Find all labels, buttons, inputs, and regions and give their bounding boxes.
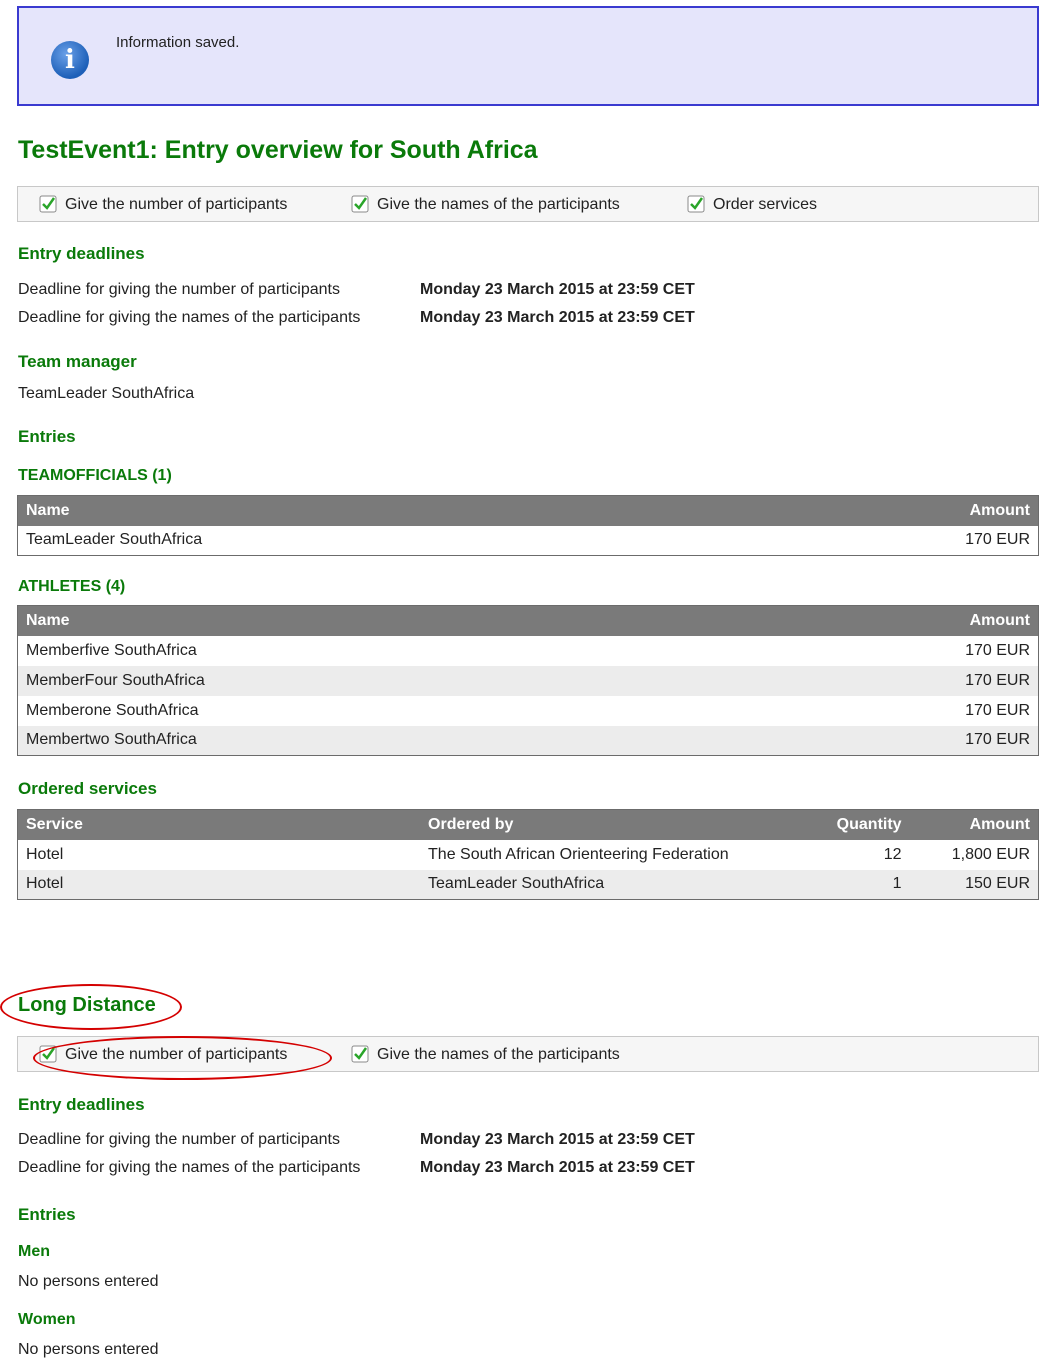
deadline-label: Deadline for giving the number of partic…	[18, 281, 340, 298]
deadline-value: Monday 23 March 2015 at 23:59 CET	[420, 281, 695, 298]
table-row: TeamLeader SouthAfrica 170 EUR	[18, 526, 1039, 556]
check-icon	[687, 195, 705, 213]
deadline-value: Monday 23 March 2015 at 23:59 CET	[420, 1131, 695, 1148]
step-give-names[interactable]: Give the names of the participants	[351, 1045, 620, 1064]
entry-name: MemberFour SouthAfrica	[17, 665, 738, 696]
step-label: Give the number of participants	[65, 196, 288, 213]
service-name: Hotel	[17, 869, 421, 900]
column-header-name: Name	[17, 605, 738, 636]
athletes-table: Name Amount Memberfive SouthAfrica 170 E…	[17, 605, 1039, 756]
teamofficials-heading: TEAMOFFICIALS (1)	[18, 467, 172, 484]
entry-name: Memberfive SouthAfrica	[26, 641, 197, 659]
page-title: TestEvent1: Entry overview for South Afr…	[18, 136, 538, 164]
notice-text: Information saved.	[116, 34, 240, 51]
table-row: Hotel TeamLeader SouthAfrica 1 150 EUR	[17, 869, 1039, 900]
service-amount: 1,800 EUR	[951, 845, 1030, 863]
women-heading: Women	[18, 1311, 76, 1328]
step-order-services[interactable]: Order services	[687, 195, 817, 214]
table-row: MemberFour SouthAfrica 170 EUR	[17, 665, 1039, 696]
entry-name: Memberone SouthAfrica	[26, 701, 199, 719]
annotation-ellipse	[0, 984, 182, 1030]
entry-amount: 170 EUR	[965, 701, 1030, 719]
table-row: Hotel The South African Orienteering Fed…	[18, 840, 1039, 870]
service-ordered-by: The South African Orienteering Federatio…	[428, 845, 729, 863]
teamofficials-table: Name Amount TeamLeader SouthAfrica 170 E…	[17, 495, 1039, 556]
column-header-quantity: Quantity	[809, 809, 910, 840]
column-header-amount: Amount	[909, 809, 1039, 840]
deadline-value: Monday 23 March 2015 at 23:59 CET	[420, 1159, 695, 1176]
entry-amount: 170 EUR	[738, 725, 1039, 756]
deadline-label: Deadline for giving the names of the par…	[18, 1159, 361, 1176]
service-amount: 150 EUR	[909, 869, 1039, 900]
step-give-names[interactable]: Give the names of the participants	[351, 195, 620, 214]
ordered-services-heading: Ordered services	[18, 779, 157, 798]
entry-amount: 170 EUR	[738, 665, 1039, 696]
step-bar: Give the number of participants Give the…	[17, 186, 1039, 222]
step-give-number[interactable]: Give the number of participants	[39, 195, 287, 214]
deadline-value: Monday 23 March 2015 at 23:59 CET	[420, 309, 695, 326]
services-table: Service Ordered by Quantity Amount Hotel…	[17, 809, 1039, 900]
service-name: Hotel	[26, 845, 64, 863]
info-icon: i	[51, 41, 89, 79]
service-ordered-by: TeamLeader SouthAfrica	[420, 869, 810, 900]
team-manager-heading: Team manager	[18, 352, 137, 371]
column-header-amount: Amount	[738, 605, 1039, 636]
entry-amount: 170 EUR	[965, 531, 1030, 549]
team-manager-name: TeamLeader SouthAfrica	[18, 385, 195, 402]
check-icon	[351, 1045, 369, 1063]
column-header-name: Name	[17, 495, 736, 526]
step-label: Give the names of the participants	[377, 1046, 620, 1063]
entries-heading: Entries	[18, 1205, 76, 1224]
entry-deadlines-heading: Entry deadlines	[18, 1095, 145, 1114]
check-icon	[351, 195, 369, 213]
table-row: Membertwo SouthAfrica 170 EUR	[17, 725, 1039, 756]
entry-deadlines-heading: Entry deadlines	[18, 244, 145, 263]
service-quantity: 12	[883, 845, 902, 863]
entry-amount: 170 EUR	[965, 641, 1030, 659]
service-quantity: 1	[809, 869, 910, 900]
column-header-ordered-by: Ordered by	[420, 809, 810, 840]
table-row: Memberfive SouthAfrica 170 EUR	[18, 636, 1039, 666]
entries-heading: Entries	[18, 427, 76, 446]
annotation-ellipse	[33, 1036, 332, 1080]
step-label: Order services	[713, 196, 818, 213]
table-row: Memberone SouthAfrica 170 EUR	[18, 696, 1039, 726]
entry-name: TeamLeader SouthAfrica	[26, 531, 203, 549]
column-header-amount: Amount	[735, 495, 1039, 526]
women-empty-text: No persons entered	[18, 1341, 159, 1358]
column-header-service: Service	[17, 809, 421, 840]
step-label: Give the names of the participants	[377, 196, 620, 213]
men-heading: Men	[18, 1243, 50, 1260]
info-notice: i Information saved.	[17, 6, 1039, 106]
check-icon	[39, 195, 57, 213]
deadline-label: Deadline for giving the number of partic…	[18, 1131, 340, 1148]
deadline-label: Deadline for giving the names of the par…	[18, 309, 361, 326]
entry-name: Membertwo SouthAfrica	[17, 725, 738, 756]
men-empty-text: No persons entered	[18, 1273, 159, 1290]
athletes-heading: ATHLETES (4)	[18, 578, 126, 595]
